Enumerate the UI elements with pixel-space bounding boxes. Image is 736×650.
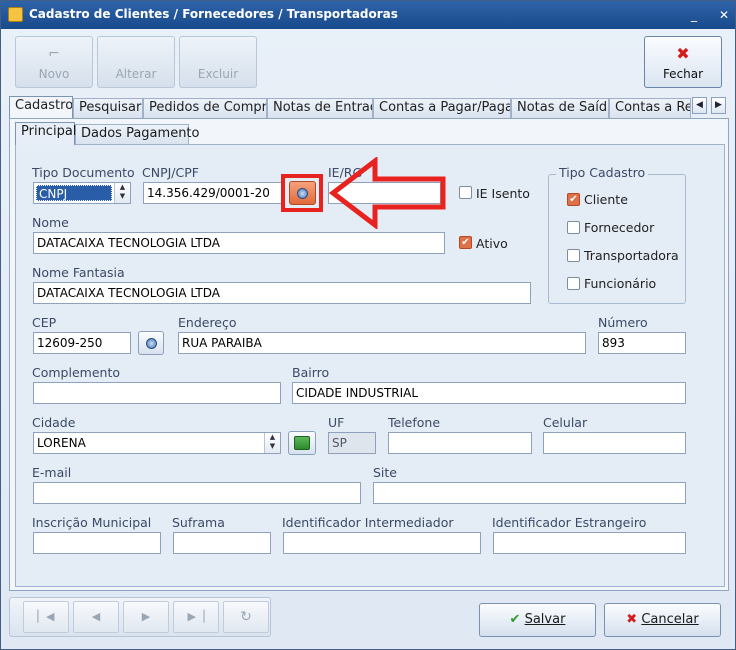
ativo-label: Ativo [476, 236, 508, 251]
telefone-field[interactable] [388, 432, 532, 454]
cnpj-search-button[interactable] [289, 181, 316, 205]
cancel-icon: ✖ [626, 612, 638, 627]
nome-fantasia-field[interactable]: DATACAIXA TECNOLOGIA LTDA [33, 282, 531, 304]
excluir-button[interactable]: Excluir [179, 36, 257, 88]
tab-scroll-right-icon[interactable]: ▶ [711, 97, 726, 114]
funcionario-checkbox[interactable] [567, 277, 580, 290]
refresh-icon[interactable]: ↻ [223, 601, 269, 633]
ie-isento-checkbox[interactable] [459, 186, 472, 199]
email-label: E-mail [32, 465, 72, 480]
telefone-label: Telefone [388, 415, 441, 430]
red-arrow-annotation [328, 157, 446, 229]
site-field[interactable] [373, 482, 686, 504]
cep-field[interactable]: 12609-250 [33, 332, 131, 354]
identificador-intermediador-field[interactable] [283, 532, 481, 554]
numero-field[interactable]: 893 [598, 332, 686, 354]
alterar-button[interactable]: Alterar [97, 36, 175, 88]
complemento-label: Complemento [32, 365, 120, 380]
salvar-button[interactable]: ✔ Salvar [479, 603, 596, 637]
cliente-label: Cliente [584, 192, 628, 207]
suframa-field[interactable] [173, 532, 271, 554]
nome-field[interactable]: DATACAIXA TECNOLOGIA LTDA [33, 232, 445, 254]
cidade-label: Cidade [32, 415, 76, 430]
search-icon [297, 188, 308, 199]
cnpj-cpf-field[interactable]: 14.356.429/0001-20 [143, 182, 283, 204]
numero-label: Número [598, 315, 648, 330]
tab-contas-receber[interactable]: Contas a Rec [609, 98, 691, 118]
ie-isento-label: IE Isento [476, 186, 530, 201]
email-field[interactable] [33, 482, 361, 504]
app-icon [8, 7, 23, 22]
minimize-button[interactable]: _ [685, 6, 703, 24]
cep-label: CEP [32, 315, 57, 330]
tab-scroll-left-icon[interactable]: ◀ [692, 97, 707, 114]
subtab-principal[interactable]: Principal [15, 122, 76, 145]
spinner-icon[interactable]: ▲ ▼ [114, 183, 130, 203]
title-bar: Cadastro de Clientes / Fornecedores / Tr… [1, 1, 735, 29]
endereco-label: Endereço [178, 315, 237, 330]
main-window: Cadastro de Clientes / Fornecedores / Tr… [0, 0, 736, 650]
subtab-dados-pagamento[interactable]: Dados Pagamento [75, 124, 199, 144]
inscricao-municipal-field[interactable] [33, 532, 161, 554]
endereco-field[interactable]: RUA PARAIBA [178, 332, 586, 354]
tipo-documento-value: CNPJ [36, 185, 112, 201]
tab-pesquisar[interactable]: Pesquisar [73, 98, 143, 118]
transportadora-label: Transportadora [584, 248, 679, 263]
identificador-estrangeiro-label: Identificador Estrangeiro [492, 515, 647, 530]
delete-icon [180, 41, 256, 67]
suframa-label: Suframa [172, 515, 225, 530]
spinner-icon[interactable]: ▲ ▼ [264, 433, 280, 453]
novo-button[interactable]: ⌐ Novo [15, 36, 93, 88]
tipo-documento-select[interactable]: CNPJ ▲ ▼ [33, 182, 131, 204]
tab-contas-pagar[interactable]: Contas a Pagar/Pagas [373, 98, 511, 118]
nome-label: Nome [32, 215, 69, 230]
cnpj-cpf-label: CNPJ/CPF [142, 165, 199, 180]
complemento-field[interactable] [33, 382, 281, 404]
cidade-select[interactable]: LORENA ▲ ▼ [33, 432, 281, 454]
close-icon: ✖ [676, 44, 690, 63]
identificador-intermediador-label: Identificador Intermediador [282, 515, 454, 530]
cancelar-button[interactable]: ✖ Cancelar [604, 603, 721, 637]
celular-field[interactable] [543, 432, 686, 454]
bairro-field[interactable]: CIDADE INDUSTRIAL [292, 382, 686, 404]
tab-pedidos-compra[interactable]: Pedidos de Compra [143, 98, 267, 118]
cep-search-button[interactable] [138, 331, 164, 355]
funcionario-label: Funcionário [584, 276, 657, 291]
close-window-button[interactable]: ✕ [715, 6, 733, 24]
uf-field: SP [328, 432, 376, 454]
site-label: Site [373, 465, 397, 480]
new-icon: ⌐ [48, 46, 60, 62]
tab-notas-entrada[interactable]: Notas de Entrada [267, 98, 373, 118]
celular-label: Celular [543, 415, 588, 430]
last-record-icon[interactable]: ▶▕ [173, 601, 219, 633]
identificador-estrangeiro-field[interactable] [493, 532, 686, 554]
next-record-icon[interactable]: ▶ [123, 601, 169, 633]
first-record-icon[interactable]: ▏◀ [23, 601, 69, 633]
tipo-documento-label: Tipo Documento [32, 165, 135, 180]
fechar-button[interactable]: ✖ Fechar [644, 36, 722, 88]
inscricao-municipal-label: Inscrição Municipal [32, 515, 152, 530]
previous-record-icon[interactable]: ◀ [73, 601, 119, 633]
ativo-checkbox[interactable]: ✔ [459, 236, 472, 249]
tab-notas-saida[interactable]: Notas de Saída [511, 98, 609, 118]
tab-strip: Cadastro Pesquisar Pedidos de Compra Not… [9, 96, 729, 118]
refresh-city-icon [294, 436, 310, 450]
nome-fantasia-label: Nome Fantasia [32, 265, 125, 280]
cliente-checkbox[interactable]: ✔ [567, 193, 580, 206]
search-icon [146, 338, 157, 349]
uf-label: UF [328, 415, 345, 430]
transportadora-checkbox[interactable] [567, 249, 580, 262]
window-title: Cadastro de Clientes / Fornecedores / Tr… [29, 7, 398, 21]
fornecedor-checkbox[interactable] [567, 221, 580, 234]
bairro-label: Bairro [292, 365, 330, 380]
cidade-lookup-button[interactable] [288, 431, 316, 455]
tab-cadastro[interactable]: Cadastro [9, 96, 73, 118]
check-icon: ✔ [509, 612, 521, 627]
cidade-value: LORENA [37, 436, 86, 450]
fornecedor-label: Fornecedor [584, 220, 655, 235]
edit-icon [98, 41, 174, 67]
cancelar-label: Cancelar [641, 612, 699, 627]
salvar-label: Salvar [524, 612, 566, 627]
tipo-cadastro-title: Tipo Cadastro [556, 165, 649, 180]
